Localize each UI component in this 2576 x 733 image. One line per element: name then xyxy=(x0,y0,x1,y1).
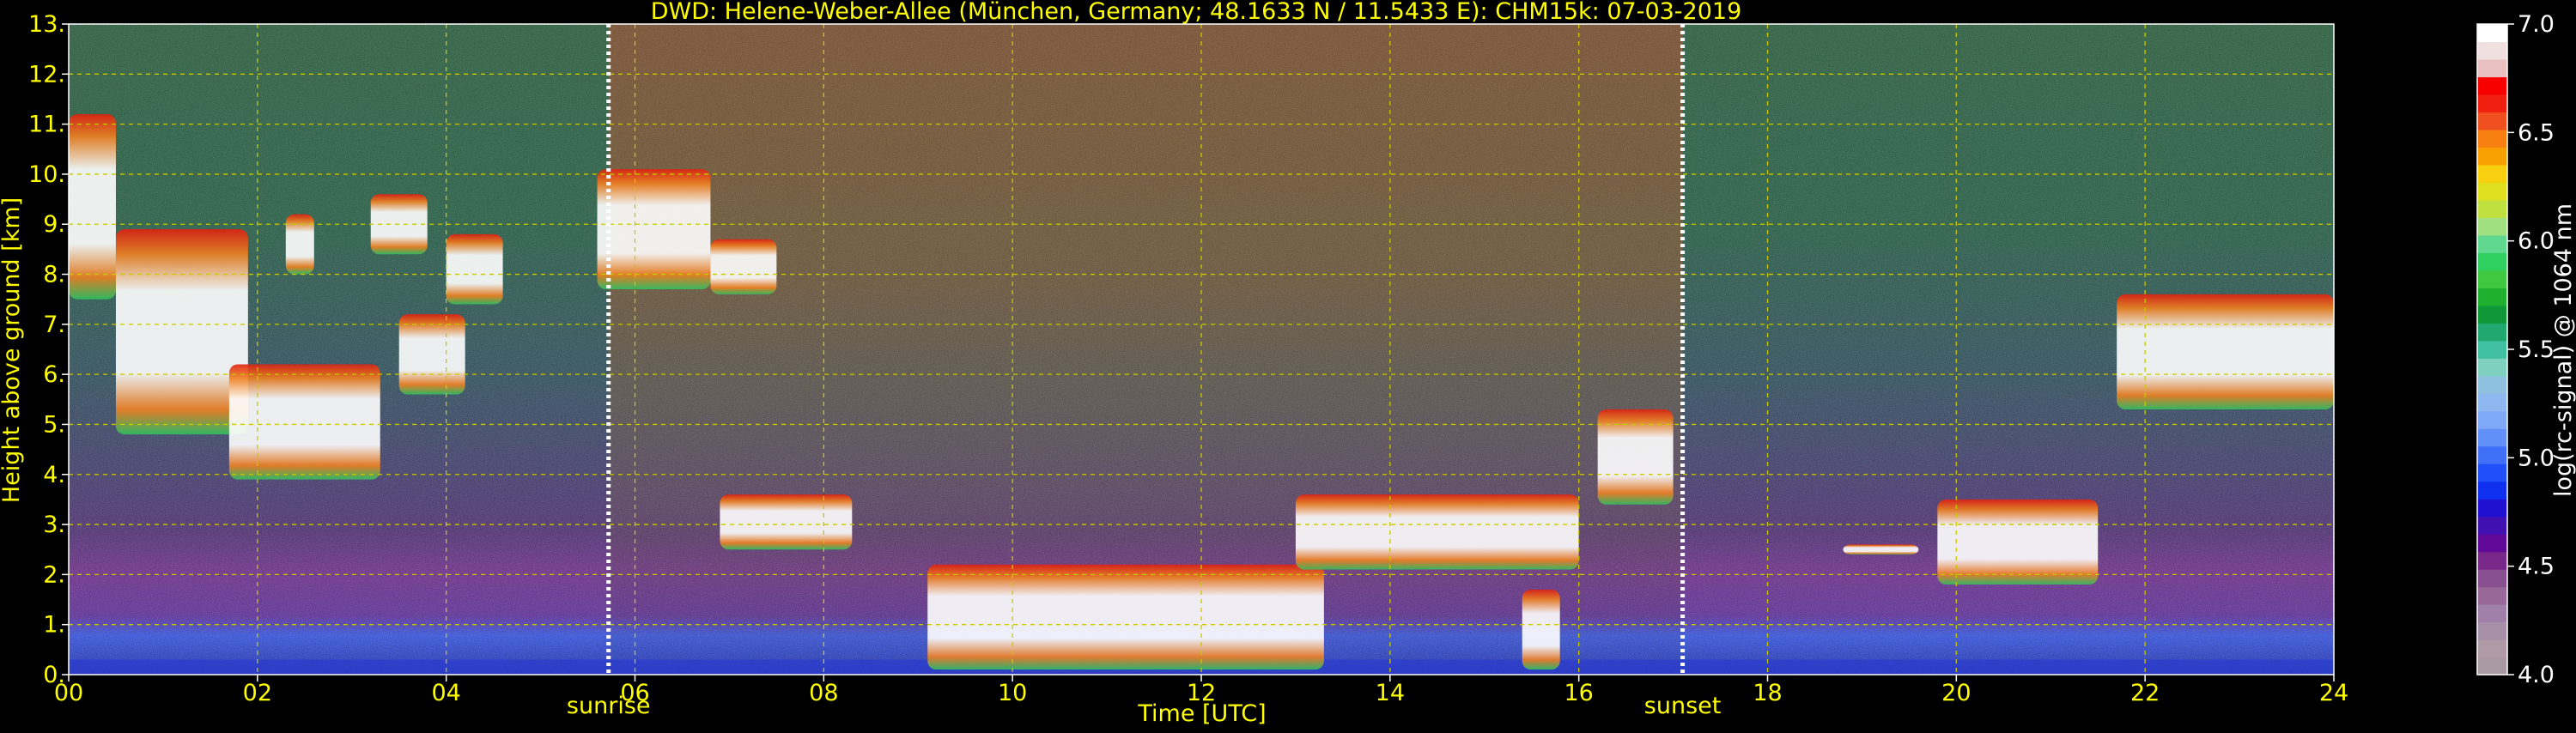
y-tick-label: 4. xyxy=(43,462,65,488)
colorbar-segment xyxy=(2477,252,2507,271)
colorbar-segment xyxy=(2477,41,2507,60)
colorbar-segment xyxy=(2477,217,2507,236)
x-tick-label: 08 xyxy=(809,680,838,706)
x-tick-label: 04 xyxy=(431,680,460,706)
y-tick-label: 0. xyxy=(43,662,65,688)
colorbar-segment xyxy=(2477,76,2507,95)
cloud-layer-13 xyxy=(1597,409,1674,505)
colorbar-segment xyxy=(2477,129,2507,148)
ceilometer-chart: 00 02 04 06 08 10 12 14 16 18 20 22 24 0.1.2.3.4.5.6… xyxy=(0,0,2576,727)
y-tick-label: 13. xyxy=(28,11,65,38)
y-tick-label: 8. xyxy=(43,262,65,288)
colorbar-segment xyxy=(2477,445,2507,464)
colorbar-label: log(rc-signal) @ 1064 nm xyxy=(2550,203,2576,497)
cloud-layer-2 xyxy=(228,364,380,480)
y-tick-label: 10. xyxy=(28,161,65,188)
colorbar-segment xyxy=(2477,112,2507,130)
colorbar-segment xyxy=(2477,586,2507,605)
colorbar-segment xyxy=(2477,463,2507,482)
colorbar-segment xyxy=(2477,305,2507,324)
y-tick-label: 6. xyxy=(43,361,65,388)
cloud-layer-9 xyxy=(720,494,853,550)
y-tick-label: 7. xyxy=(43,312,65,338)
y-tick-label: 2. xyxy=(43,561,65,588)
colorbar-segment xyxy=(2477,164,2507,183)
cloud-layer-11 xyxy=(1295,494,1579,570)
colorbar-segment xyxy=(2477,621,2507,640)
y-axis: 0. 1. 2. 3. 4. 5. 6. 7. 8. 9. 10. 11. 12. 13. xyxy=(28,11,69,688)
x-tick-label: 18 xyxy=(1753,680,1782,706)
sunrise-label: sunrise xyxy=(567,693,651,719)
cloud-layer-8 xyxy=(710,239,777,294)
chart-title: DWD: Helene-Weber-Allee (München, German… xyxy=(651,0,1742,25)
y-tick-label: 11. xyxy=(28,112,65,138)
colorbar-segment xyxy=(2477,393,2507,412)
cloud-layer-6 xyxy=(446,233,503,305)
x-tick-label: 02 xyxy=(243,680,272,706)
cloud-layer-7 xyxy=(597,169,711,290)
y-tick-label: 5. xyxy=(43,411,65,438)
cloud-layer-16 xyxy=(2117,294,2334,409)
colorbar-segment xyxy=(2477,375,2507,394)
x-tick-label: 16 xyxy=(1564,680,1593,706)
colorbar xyxy=(2476,23,2508,675)
colorbar-segment xyxy=(2477,340,2507,359)
colorbar-segment xyxy=(2477,234,2507,253)
cloud-layer-5 xyxy=(398,314,465,395)
colorbar-segment xyxy=(2477,410,2507,429)
y-tick-label: 3. xyxy=(43,512,65,538)
colorbar-segment xyxy=(2477,639,2507,658)
x-tick-label: 10 xyxy=(998,680,1027,706)
colorbar-segment xyxy=(2477,499,2507,518)
colorbar-segment xyxy=(2477,182,2507,201)
cloud-layer-12 xyxy=(1522,589,1560,670)
colorbar-segment xyxy=(2477,323,2507,342)
colorbar-segment xyxy=(2477,657,2507,675)
x-tick-label: 14 xyxy=(1376,680,1405,706)
cloud-layer-1 xyxy=(115,229,248,435)
colorbar-ticks: 4.0 4.5 5.0 5.5 6.0 6.5 7.0 xyxy=(2507,11,2555,688)
x-axis-label: Time [UTC] xyxy=(1137,700,1266,727)
colorbar-segment xyxy=(2477,516,2507,535)
x-tick-label: 22 xyxy=(2130,680,2160,706)
cloud-layer-10 xyxy=(927,564,1324,670)
y-tick-label: 12. xyxy=(28,61,65,88)
cloud-layer-0 xyxy=(69,113,116,300)
y-tick-label: 1. xyxy=(43,612,65,639)
y-axis-label: Height above ground [km] xyxy=(0,197,25,503)
chart-root: 00 02 04 06 08 10 12 14 16 18 20 22 24 0. 1. 2. 3. 4. 5. 6… xyxy=(0,0,2576,730)
colorbar-segment xyxy=(2477,551,2507,570)
colorbar-segment xyxy=(2477,428,2507,447)
colorbar-segment xyxy=(2477,94,2507,113)
colorbar-tick-label: 6.0 xyxy=(2518,228,2555,255)
cloud-layer-15 xyxy=(1937,499,2099,585)
sunset-label: sunset xyxy=(1644,693,1722,719)
colorbar-tick-label: 6.5 xyxy=(2518,119,2555,146)
colorbar-segment xyxy=(2477,288,2507,306)
colorbar-segment xyxy=(2477,24,2507,43)
colorbar-segment xyxy=(2477,481,2507,500)
cloud-layer-14 xyxy=(1843,544,1919,555)
colorbar-tick-label: 5.5 xyxy=(2518,336,2555,363)
colorbar-tick-label: 5.0 xyxy=(2518,445,2555,471)
colorbar-segment xyxy=(2477,270,2507,288)
colorbar-segment xyxy=(2477,147,2507,166)
y-tick-label: 9. xyxy=(43,211,65,238)
colorbar-segment xyxy=(2477,534,2507,553)
colorbar-tick-label: 4.5 xyxy=(2518,554,2555,580)
x-tick-label: 20 xyxy=(1941,680,1971,706)
colorbar-tick-label: 4.0 xyxy=(2518,662,2555,688)
colorbar-segment xyxy=(2477,199,2507,218)
x-tick-label: 24 xyxy=(2319,680,2348,706)
colorbar-tick-label: 7.0 xyxy=(2518,11,2555,38)
cloud-layer-3 xyxy=(285,214,314,275)
colorbar-segment xyxy=(2477,604,2507,623)
colorbar-segment xyxy=(2477,358,2507,377)
colorbar-segment xyxy=(2477,569,2507,588)
colorbar-segment xyxy=(2477,58,2507,78)
